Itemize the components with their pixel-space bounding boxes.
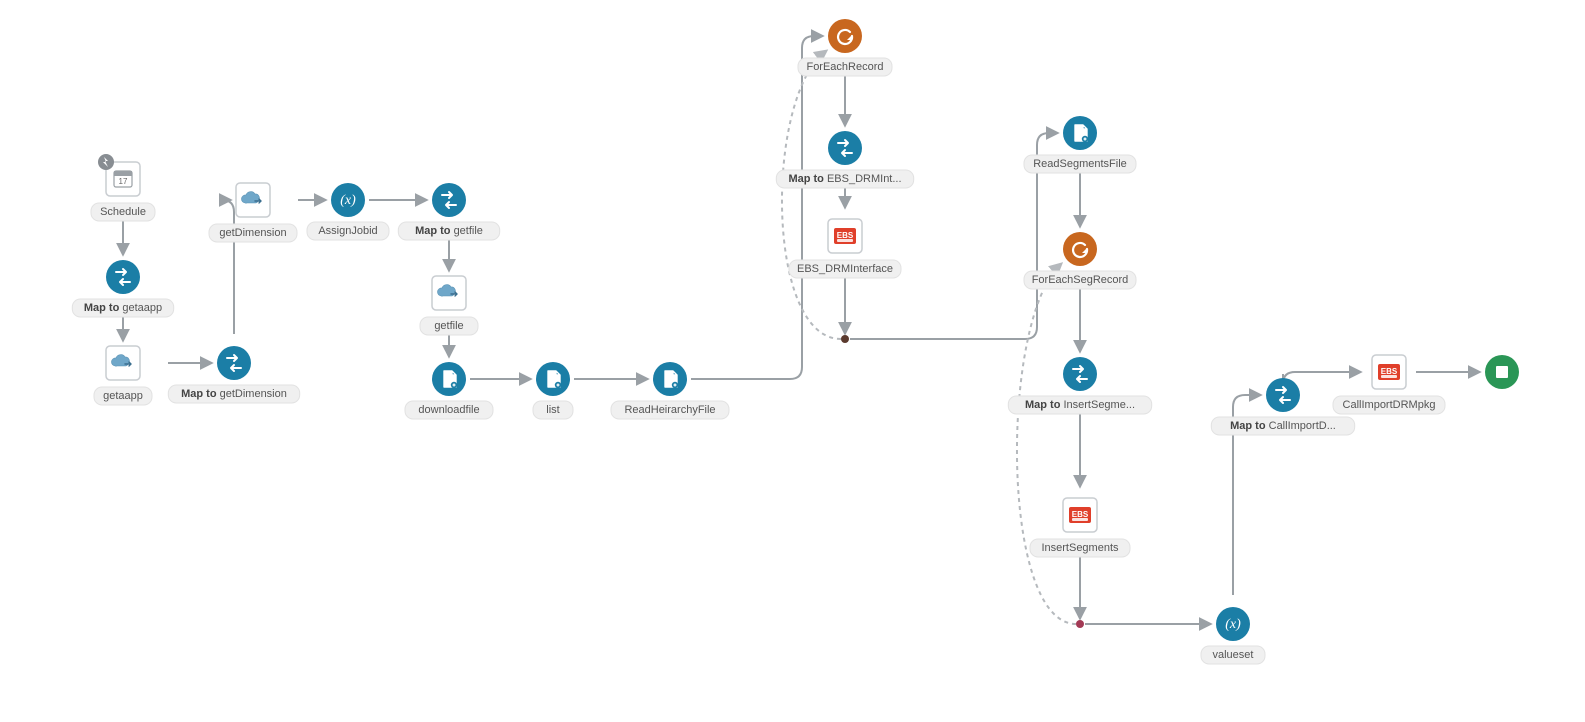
node-label: Map to CallImportD... (1230, 420, 1336, 432)
flow-node[interactable] (653, 362, 687, 396)
node-label: CallImportDRMpkg (1343, 399, 1436, 411)
node-label: Map to getaapp (84, 302, 162, 314)
flow-node[interactable]: EBS (1063, 498, 1097, 532)
flow-node[interactable] (1266, 378, 1300, 412)
node-label: AssignJobid (318, 225, 377, 237)
node-label: Map to InsertSegme... (1025, 399, 1135, 411)
svg-text:EBS: EBS (1381, 367, 1398, 376)
flow-node[interactable] (1485, 355, 1519, 389)
node-label: downloadfile (418, 404, 479, 416)
node-label: ReadHeirarchyFile (624, 404, 715, 416)
flow-node[interactable] (536, 362, 570, 396)
flow-node[interactable] (236, 183, 270, 217)
connector (222, 200, 234, 334)
flow-node[interactable] (432, 362, 466, 396)
node-label: getaapp (103, 390, 143, 402)
node-label: getfile (434, 320, 463, 332)
node-label: ForEachSegRecord (1032, 274, 1129, 286)
loop-join (1076, 620, 1084, 628)
flow-node[interactable] (432, 276, 466, 310)
node-label: Schedule (100, 206, 146, 218)
flow-node[interactable] (106, 260, 140, 294)
node-label: ForEachRecord (806, 61, 883, 73)
trigger-badge (98, 154, 114, 170)
svg-text:17: 17 (119, 177, 128, 186)
node-label: EBS_DRMInterface (797, 263, 893, 275)
flow-node[interactable]: (x) (1216, 607, 1250, 641)
svg-text:EBS: EBS (1072, 510, 1089, 519)
flow-node[interactable] (432, 183, 466, 217)
flow-node[interactable] (106, 346, 140, 380)
node-label: Map to getDimension (181, 388, 287, 400)
flow-node[interactable] (828, 19, 862, 53)
node-label: valueset (1213, 649, 1254, 661)
node-label: list (546, 404, 559, 416)
node-label: Map to getfile (415, 225, 483, 237)
integration-flow-canvas[interactable]: 17 Schedule Map to getaapp getaapp Map to ge… (0, 0, 1585, 722)
connector (1017, 264, 1076, 624)
svg-text:EBS: EBS (837, 231, 854, 240)
flow-node[interactable] (828, 131, 862, 165)
flow-node[interactable]: (x) (331, 183, 365, 217)
flow-node[interactable] (1063, 357, 1097, 391)
flow-node[interactable] (1063, 232, 1097, 266)
connector (691, 36, 822, 379)
node-label: InsertSegments (1041, 542, 1119, 554)
flow-node[interactable] (1063, 116, 1097, 150)
flow-node[interactable]: EBS (1372, 355, 1406, 389)
svg-text:(x): (x) (1225, 617, 1241, 632)
flow-node[interactable]: EBS (828, 219, 862, 253)
connector (1283, 372, 1360, 384)
flow-node[interactable] (217, 346, 251, 380)
node-label: ReadSegmentsFile (1033, 158, 1127, 170)
connector (782, 51, 841, 339)
svg-text:(x): (x) (340, 193, 356, 208)
node-label: getDimension (219, 227, 286, 239)
loop-join (841, 335, 849, 343)
node-label: Map to EBS_DRMInt... (788, 173, 901, 185)
